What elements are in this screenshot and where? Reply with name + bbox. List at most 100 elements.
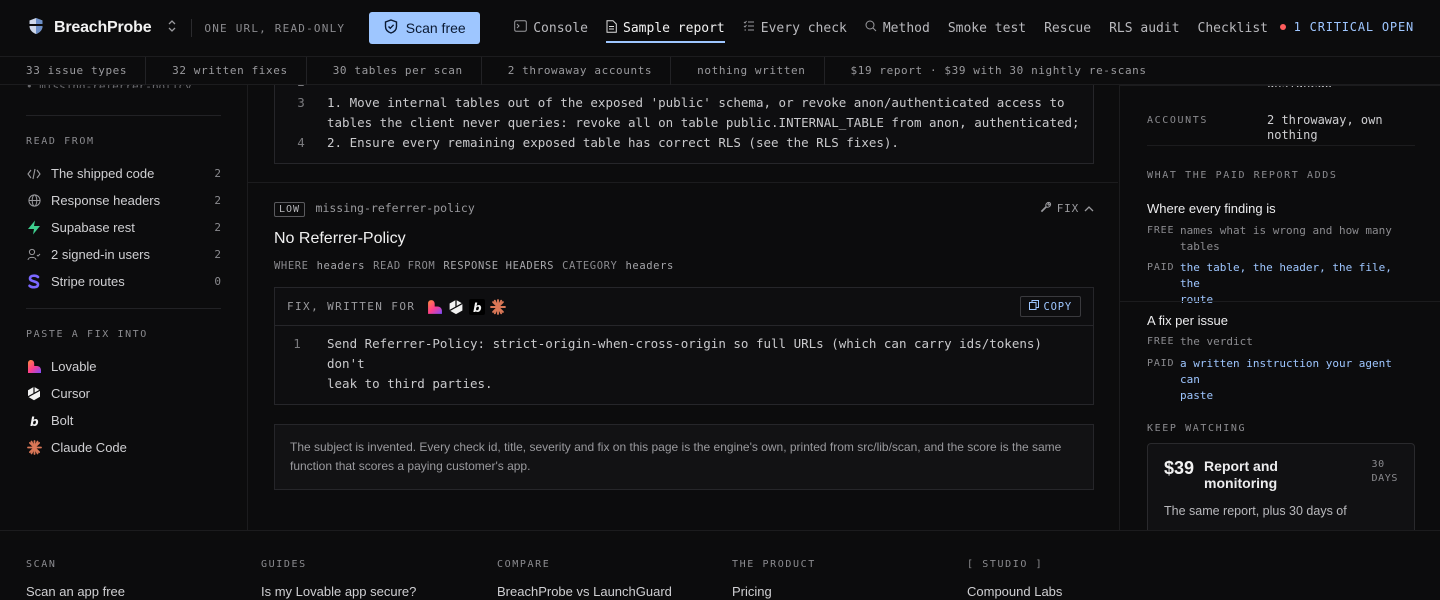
where-free: FREE names what is wrong and how many tab… <box>1147 224 1392 253</box>
wrench-icon <box>1040 201 1052 216</box>
read-from-label: The shipped code <box>51 166 155 181</box>
critical-open-indicator[interactable]: 1 CRITICAL OPEN <box>1279 20 1414 34</box>
nav-checklist-label: Checklist <box>1197 20 1268 36</box>
sidebar-cut-item[interactable]: • missing-referrer-policy <box>0 85 247 88</box>
read-from-count: 0 <box>214 275 221 288</box>
claude-icon[interactable] <box>490 298 507 315</box>
footer-link[interactable]: Is my Lovable app secure? <box>261 584 416 599</box>
meta-value: headers <box>625 260 674 272</box>
tagline: ONE URL, READ-ONLY <box>204 21 346 35</box>
footer-link[interactable]: Scan an app free <box>26 584 125 599</box>
divider <box>26 115 221 116</box>
monitoring-plan-card[interactable]: $39 Report and monitoring 30 DAYS The same… <box>1147 443 1415 530</box>
nav-every-check[interactable]: Every check <box>743 0 847 57</box>
footer-col-guides: GUIDES Is my Lovable app secure? <box>261 559 416 599</box>
severity-badge: LOW <box>274 202 306 217</box>
scan-free-button[interactable]: Scan free <box>369 12 481 44</box>
finding-header: LOW missing-referrer-policy FIX <box>274 199 1094 217</box>
divider <box>26 308 221 309</box>
fix-box-header: FIX, WRITTEN FOR b COPY <box>275 288 1093 326</box>
fix-code-block: 1 Send Referrer-Policy: strict-origin-whe… <box>275 326 1093 404</box>
nav-smoke-test-label: Smoke test <box>947 20 1027 36</box>
footer-link[interactable]: BreachProbe vs LaunchGuard <box>497 584 672 599</box>
fix-toggle[interactable]: FIX <box>1040 201 1094 216</box>
nav-sample-report[interactable]: Sample report <box>606 0 725 57</box>
nav-rls-audit[interactable]: RLS audit <box>1109 0 1179 57</box>
read-from-signed-in-users[interactable]: 2 signed-in users 2 <box>0 241 247 268</box>
footer-heading: GUIDES <box>261 559 307 570</box>
paste-into-claude-code[interactable]: Claude Code <box>0 434 247 461</box>
stat-item: nothing written <box>671 56 825 85</box>
paste-into-label: Lovable <box>51 359 97 374</box>
lovable-icon[interactable] <box>427 299 443 315</box>
paste-into-bolt[interactable]: b Bolt <box>0 407 247 434</box>
footer-col-scan: SCAN Scan an app free <box>26 559 125 599</box>
footer-heading: [ STUDIO ] <box>967 559 1044 570</box>
cursor-icon[interactable] <box>448 299 464 315</box>
disclaimer-note: The subject is invented. Every check id,… <box>274 424 1094 490</box>
previous-fix-code-block: 2 31. Move internal tables out of the ex… <box>274 85 1094 164</box>
paste-into-label: Bolt <box>51 413 74 428</box>
critical-open-label: 1 CRITICAL OPEN <box>1293 20 1414 34</box>
read-from-stripe-routes[interactable]: Stripe routes 0 <box>0 268 247 295</box>
accounts-key: ACCOUNTS <box>1147 115 1208 126</box>
footer-link[interactable]: Compound Labs <box>967 584 1062 599</box>
nav-method[interactable]: Method <box>865 0 930 57</box>
finding-meta: WHERE headers READ FROM RESPONSE HEADERS… <box>274 260 1094 272</box>
divider <box>1147 145 1415 146</box>
nav-method-label: Method <box>882 20 930 36</box>
report-main: 2 31. Move internal tables out of the ex… <box>248 85 1118 530</box>
accounts-value: 2 throwaway, own nothing <box>1267 113 1383 142</box>
footer-heading: SCAN <box>26 559 57 570</box>
plan-header: $39 Report and monitoring 30 DAYS <box>1164 458 1398 492</box>
globe-icon <box>26 193 42 209</box>
footer-heading: COMPARE <box>497 559 551 570</box>
nav-checklist[interactable]: Checklist <box>1198 0 1268 57</box>
stat-item: 32 written fixes <box>146 56 307 85</box>
fix-free: FREE the verdict <box>1147 335 1253 348</box>
read-from-supabase-rest[interactable]: Supabase rest 2 <box>0 214 247 241</box>
read-from-count: 2 <box>214 167 221 180</box>
lovable-icon <box>26 359 42 375</box>
paid-adds-heading: WHAT THE PAID REPORT ADDS <box>1147 170 1338 181</box>
meta-key: CATEGORY <box>562 260 618 272</box>
bolt-icon[interactable]: b <box>469 298 486 315</box>
paste-into-lovable[interactable]: Lovable <box>0 353 247 380</box>
footer-heading: THE PRODUCT <box>732 559 816 570</box>
nav-console[interactable]: Console <box>514 0 588 57</box>
chevron-up-down-icon[interactable] <box>167 19 177 38</box>
footer-col-studio: [ STUDIO ] Compound Labs <box>967 559 1062 599</box>
terminal-icon <box>514 20 528 36</box>
svg-text:b: b <box>473 301 482 315</box>
chevron-up-icon <box>1084 202 1094 215</box>
code-icon <box>26 166 42 182</box>
nav-sample-report-label: Sample report <box>623 20 725 36</box>
read-from-list: The shipped code 2 Response headers 2 Su… <box>0 160 247 295</box>
right-panel: unsignedo ACCOUNTS 2 throwaway, ownnothi… <box>1119 85 1440 530</box>
read-from-response-headers[interactable]: Response headers 2 <box>0 187 247 214</box>
nav-rescue[interactable]: Rescue <box>1044 0 1091 57</box>
stat-item: $19 report · $39 with 30 nightly re-scan… <box>850 64 1147 77</box>
read-from-count: 2 <box>214 248 221 261</box>
shield-logo-icon <box>28 17 44 40</box>
shield-check-icon <box>384 19 398 37</box>
copy-icon <box>1028 300 1039 313</box>
plan-name: Report and monitoring <box>1204 458 1278 491</box>
fix-written-for-label: FIX, WRITTEN FOR <box>287 300 416 313</box>
read-from-label: Response headers <box>51 193 161 208</box>
divider <box>1120 301 1440 302</box>
brand[interactable]: BreachProbe <box>28 17 177 40</box>
stat-item: 33 issue types <box>0 56 147 85</box>
read-from-heading: READ FROM <box>26 136 95 147</box>
paste-into-cursor[interactable]: Cursor <box>0 380 247 407</box>
plan-duration: 30 DAYS <box>1371 459 1398 484</box>
code-line: 2 <box>275 85 1093 93</box>
footer-link[interactable]: Pricing <box>732 584 816 599</box>
fix-paid: PAID a written instruction your agent ca… <box>1147 357 1392 402</box>
read-from-shipped-code[interactable]: The shipped code 2 <box>0 160 247 187</box>
meta-value: headers <box>316 260 366 272</box>
nav-smoke-test[interactable]: Smoke test <box>948 0 1026 57</box>
meta-key: WHERE <box>274 260 309 272</box>
copy-button[interactable]: COPY <box>1019 296 1081 317</box>
divider <box>191 19 193 37</box>
